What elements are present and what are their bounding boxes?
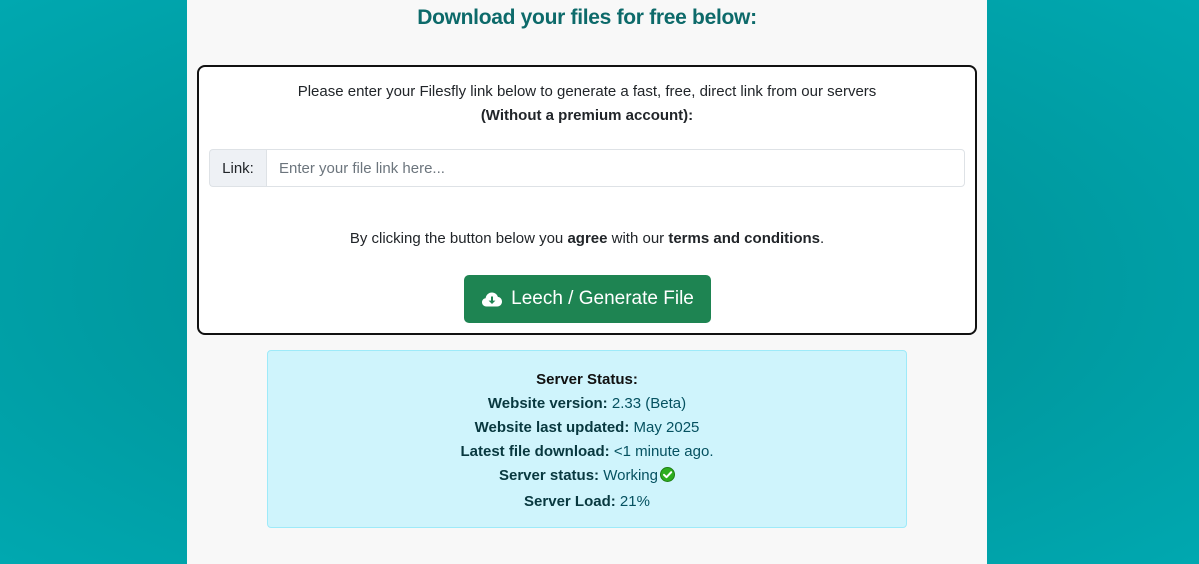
terms-notice-post: . bbox=[820, 230, 825, 247]
terms-agree-text: agree bbox=[567, 230, 608, 247]
server-state-row: Server status: Working bbox=[268, 464, 906, 490]
server-status-title: Server Status: bbox=[536, 371, 638, 388]
server-load-row: Server Load: 21% bbox=[268, 490, 906, 514]
latest-download-label: Latest file download: bbox=[460, 443, 610, 460]
leech-form-card: Please enter your Filesfly link below to… bbox=[197, 65, 977, 335]
version-value: 2.33 (Beta) bbox=[611, 395, 687, 412]
intro-note: (Without a premium account): bbox=[480, 107, 694, 124]
terms-notice: By clicking the button below you agree w… bbox=[199, 230, 975, 247]
intro-text: Please enter your Filesfly link below to… bbox=[297, 83, 877, 100]
server-load-value: 21% bbox=[619, 493, 650, 510]
updated-row: Website last updated: May 2025 bbox=[268, 416, 906, 440]
cloud-download-icon bbox=[481, 290, 503, 308]
leech-generate-button[interactable]: Leech / Generate File bbox=[464, 275, 711, 323]
leech-button-label: Leech / Generate File bbox=[511, 288, 694, 309]
server-load-label: Server Load: bbox=[524, 493, 616, 510]
page-heading: Download your files for free below: bbox=[417, 6, 757, 29]
server-state-value: Working bbox=[603, 467, 658, 484]
link-input-group: Link: bbox=[209, 149, 965, 187]
link-input[interactable] bbox=[266, 149, 965, 187]
main-panel: Download your files for free below: Plea… bbox=[187, 0, 987, 564]
updated-label: Website last updated: bbox=[474, 419, 630, 436]
latest-download-value: <1 minute ago. bbox=[613, 443, 714, 460]
link-label: Link: bbox=[209, 149, 266, 187]
form-intro: Please enter your Filesfly link below to… bbox=[199, 80, 975, 128]
terms-notice-mid: with our bbox=[607, 230, 669, 247]
terms-link[interactable]: terms and conditions bbox=[668, 230, 820, 247]
version-row: Website version: 2.33 (Beta) bbox=[268, 392, 906, 416]
version-label: Website version: bbox=[487, 395, 608, 412]
latest-download-row: Latest file download: <1 minute ago. bbox=[268, 440, 906, 464]
updated-value: May 2025 bbox=[633, 419, 700, 436]
terms-notice-pre: By clicking the button below you bbox=[349, 230, 568, 247]
check-circle-icon bbox=[659, 466, 675, 490]
server-status-box: Server Status: Website version: 2.33 (Be… bbox=[267, 350, 907, 528]
server-state-label: Server status: bbox=[499, 467, 600, 484]
